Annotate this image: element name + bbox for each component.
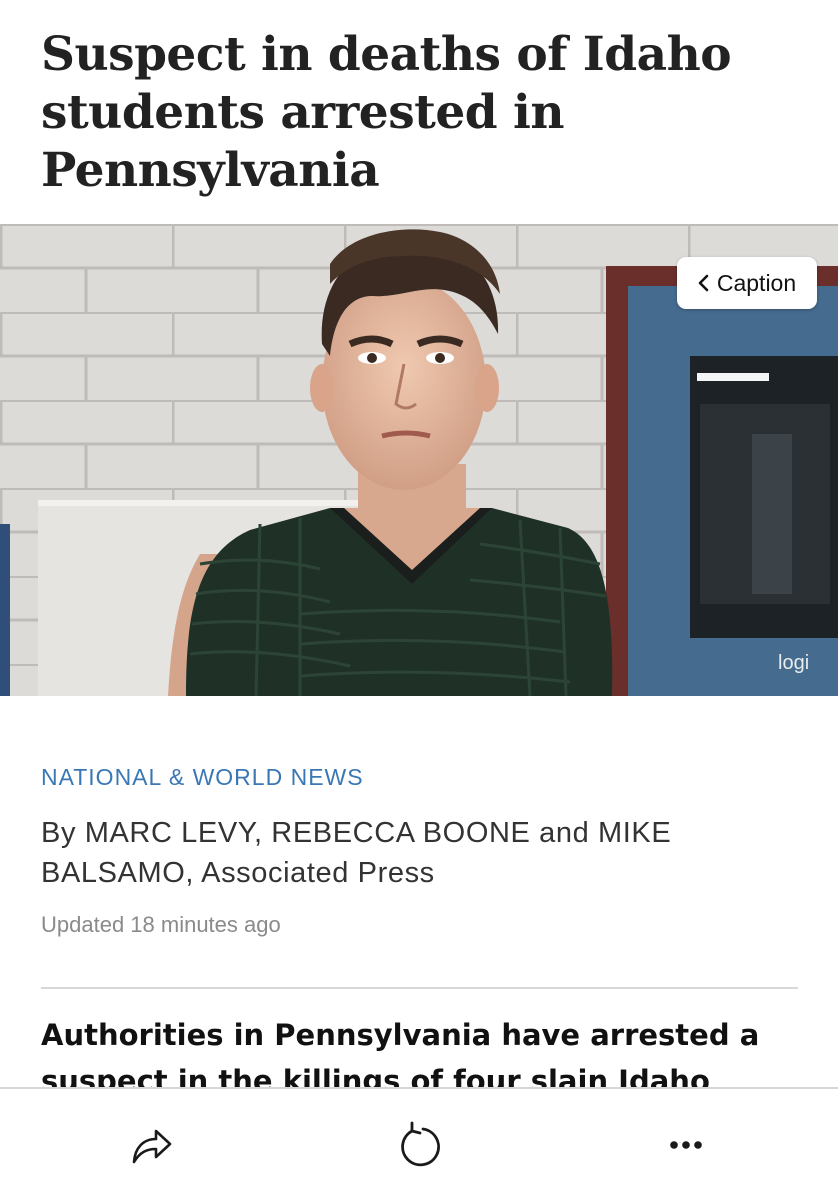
article-headline: Suspect in deaths of Idaho students arre…	[41, 27, 732, 198]
chevron-left-icon	[698, 274, 709, 292]
more-icon	[670, 1141, 702, 1149]
share-button[interactable]	[122, 1117, 178, 1173]
article-lede: Authorities in Pennsylvania have arreste…	[41, 1018, 760, 1088]
refresh-icon	[401, 1121, 440, 1167]
updated-timestamp: Updated 18 minutes ago	[41, 912, 281, 937]
divider	[41, 987, 798, 989]
photo-watermark: logi	[778, 652, 809, 674]
share-icon	[132, 1129, 172, 1164]
section-link[interactable]: NATIONAL & WORLD NEWS	[41, 764, 364, 791]
more-button[interactable]	[658, 1117, 714, 1173]
caption-button-label: Caption	[716, 269, 797, 296]
refresh-button[interactable]	[391, 1117, 447, 1173]
byline: By MARC LEVY, REBECCA BOONE and MIKE BAL…	[41, 817, 672, 889]
article-lede-container: Authorities in Pennsylvania have arreste…	[41, 1012, 801, 1088]
caption-button[interactable]: Caption	[677, 257, 817, 309]
bottom-toolbar	[0, 1087, 838, 1202]
